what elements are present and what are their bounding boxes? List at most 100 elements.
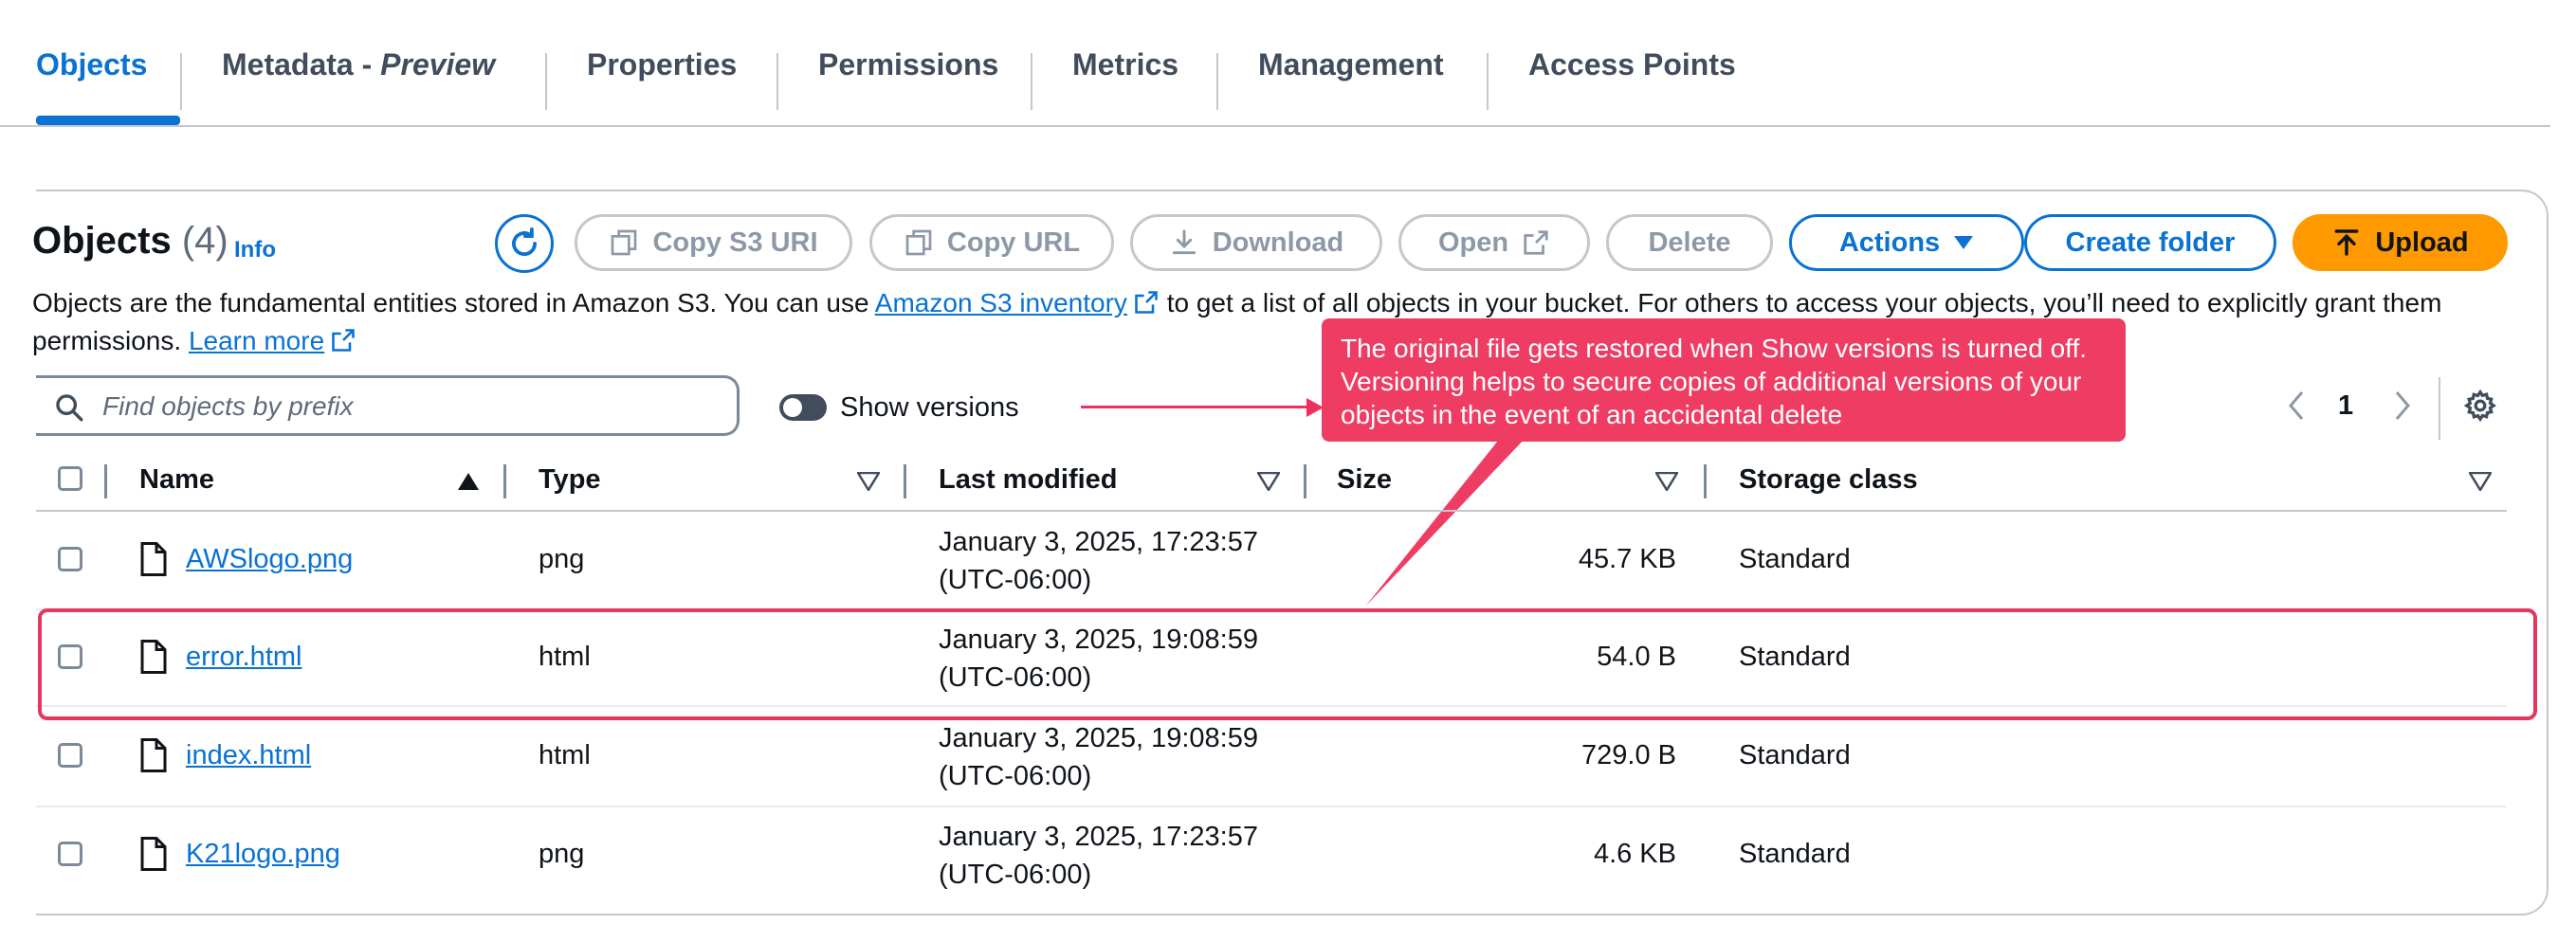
tab-divider: [545, 53, 547, 110]
current-page[interactable]: 1: [2338, 390, 2353, 422]
row-checkbox[interactable]: [58, 547, 82, 571]
copy-s3-uri-button[interactable]: Copy S3 URI: [575, 214, 852, 271]
tab-metadata-label: Metadata -: [222, 47, 381, 82]
modified-date: January 3, 2025, 17:23:57: [939, 527, 1258, 557]
object-last-modified: January 3, 2025, 17:23:57 (UTC-06:00): [939, 523, 1258, 599]
object-size: 729.0 B: [1581, 740, 1676, 770]
tab-permissions[interactable]: Permissions: [818, 47, 998, 114]
upload-label: Upload: [2375, 226, 2469, 258]
tab-metadata-preview[interactable]: Metadata - Preview: [222, 47, 495, 114]
row-checkbox[interactable]: [58, 842, 82, 866]
column-divider: [104, 464, 107, 498]
select-all-checkbox[interactable]: [58, 466, 82, 491]
active-tab-indicator: [36, 116, 180, 125]
file-icon: [140, 738, 167, 772]
actions-label: Actions: [1838, 226, 1941, 258]
tab-access-points[interactable]: Access Points: [1528, 47, 1736, 114]
modified-date: January 3, 2025, 19:08:59: [939, 723, 1258, 753]
copy-url-button[interactable]: Copy URL: [869, 214, 1114, 271]
learn-more-link[interactable]: Learn more: [189, 326, 324, 355]
create-folder-label: Create folder: [2065, 226, 2236, 258]
pager-divider: [2439, 377, 2440, 440]
delete-label: Delete: [1648, 226, 1731, 258]
chevron-right-icon: [2395, 391, 2410, 420]
gear-icon: [2463, 389, 2497, 423]
object-storage-class: Standard: [1739, 839, 1851, 869]
download-button[interactable]: Download: [1130, 214, 1382, 271]
copy-icon: [612, 229, 637, 256]
open-label: Open: [1437, 226, 1509, 258]
table-header-divider: [36, 510, 2507, 512]
row-checkbox[interactable]: [58, 743, 82, 768]
description-text: to get a list of all objects in your buc…: [1166, 288, 2376, 317]
column-header-name[interactable]: Name: [139, 464, 214, 496]
tab-management[interactable]: Management: [1258, 47, 1444, 114]
annotation-callout: The original file gets restored when Sho…: [1322, 318, 2126, 442]
object-last-modified: January 3, 2025, 19:08:59 (UTC-06:00): [939, 719, 1258, 795]
object-type: html: [539, 740, 591, 770]
row-highlight-box: [38, 608, 2537, 720]
object-name-link[interactable]: AWSlogo.png: [186, 544, 353, 575]
column-divider: [904, 464, 906, 498]
tab-divider: [776, 53, 778, 110]
tab-properties-label: Properties: [587, 47, 738, 82]
delete-button[interactable]: Delete: [1606, 214, 1773, 271]
modified-date: January 3, 2025, 17:23:57: [939, 822, 1258, 852]
s3-inventory-link[interactable]: Amazon S3 inventory: [875, 288, 1127, 317]
sort-descending-icon[interactable]: [1257, 472, 1280, 491]
create-folder-button[interactable]: Create folder: [2024, 214, 2276, 271]
download-label: Download: [1212, 226, 1344, 258]
column-header-type[interactable]: Type: [539, 464, 601, 496]
external-link-icon: [1524, 230, 1548, 255]
sort-descending-icon[interactable]: [857, 472, 880, 491]
object-size: 4.6 KB: [1593, 839, 1676, 869]
tab-properties[interactable]: Properties: [587, 47, 737, 114]
column-header-last-modified[interactable]: Last modified: [939, 464, 1118, 496]
upload-button[interactable]: Upload: [2293, 214, 2508, 271]
panel-title-text: Objects: [32, 220, 172, 262]
tab-divider: [1487, 53, 1489, 110]
copy-s3-uri-label: Copy S3 URI: [652, 226, 818, 258]
caret-down-icon: [1954, 236, 1974, 249]
info-link[interactable]: Info: [234, 237, 276, 263]
next-page-button[interactable]: [2391, 389, 2414, 431]
tab-objects[interactable]: Objects: [36, 47, 147, 114]
modified-timezone: (UTC-06:00): [939, 565, 1092, 595]
open-button[interactable]: Open: [1398, 214, 1590, 271]
file-icon: [140, 837, 167, 871]
sort-descending-icon[interactable]: [2469, 472, 2492, 491]
refresh-button[interactable]: [495, 214, 554, 273]
tab-metrics[interactable]: Metrics: [1072, 47, 1178, 114]
object-name-link[interactable]: K21logo.png: [186, 839, 340, 870]
modified-timezone: (UTC-06:00): [939, 761, 1092, 791]
column-divider: [503, 464, 506, 498]
upload-icon: [2334, 229, 2359, 256]
search-input[interactable]: Find objects by prefix: [36, 375, 740, 436]
tab-permissions-label: Permissions: [818, 47, 999, 82]
search-placeholder: Find objects by prefix: [102, 391, 354, 421]
column-header-size[interactable]: Size: [1337, 464, 1392, 496]
column-divider: [1704, 464, 1707, 498]
row-divider: [36, 806, 2507, 807]
show-versions-toggle[interactable]: [779, 394, 827, 421]
panel-title: Objects (4): [32, 220, 228, 263]
external-link-icon: [332, 329, 355, 352]
column-divider: [1304, 464, 1306, 498]
actions-dropdown[interactable]: Actions: [1789, 214, 2024, 271]
previous-page-button[interactable]: [2285, 389, 2308, 431]
sort-descending-icon[interactable]: [1655, 472, 1678, 491]
tab-divider: [1031, 53, 1032, 110]
tab-access-points-label: Access Points: [1528, 47, 1736, 82]
external-link-icon: [1135, 291, 1158, 314]
table-settings-button[interactable]: [2463, 389, 2497, 427]
tab-divider: [180, 53, 182, 110]
panel-description: Objects are the fundamental entities sto…: [32, 284, 2497, 360]
download-icon: [1172, 229, 1196, 255]
sort-ascending-icon[interactable]: [457, 472, 480, 491]
callout-pointer: [1365, 417, 1545, 607]
column-header-storage-class[interactable]: Storage class: [1739, 464, 1918, 496]
object-size: 45.7 KB: [1578, 544, 1676, 574]
object-count: (4): [181, 220, 228, 262]
object-type: png: [539, 544, 585, 574]
object-name-link[interactable]: index.html: [186, 740, 311, 771]
